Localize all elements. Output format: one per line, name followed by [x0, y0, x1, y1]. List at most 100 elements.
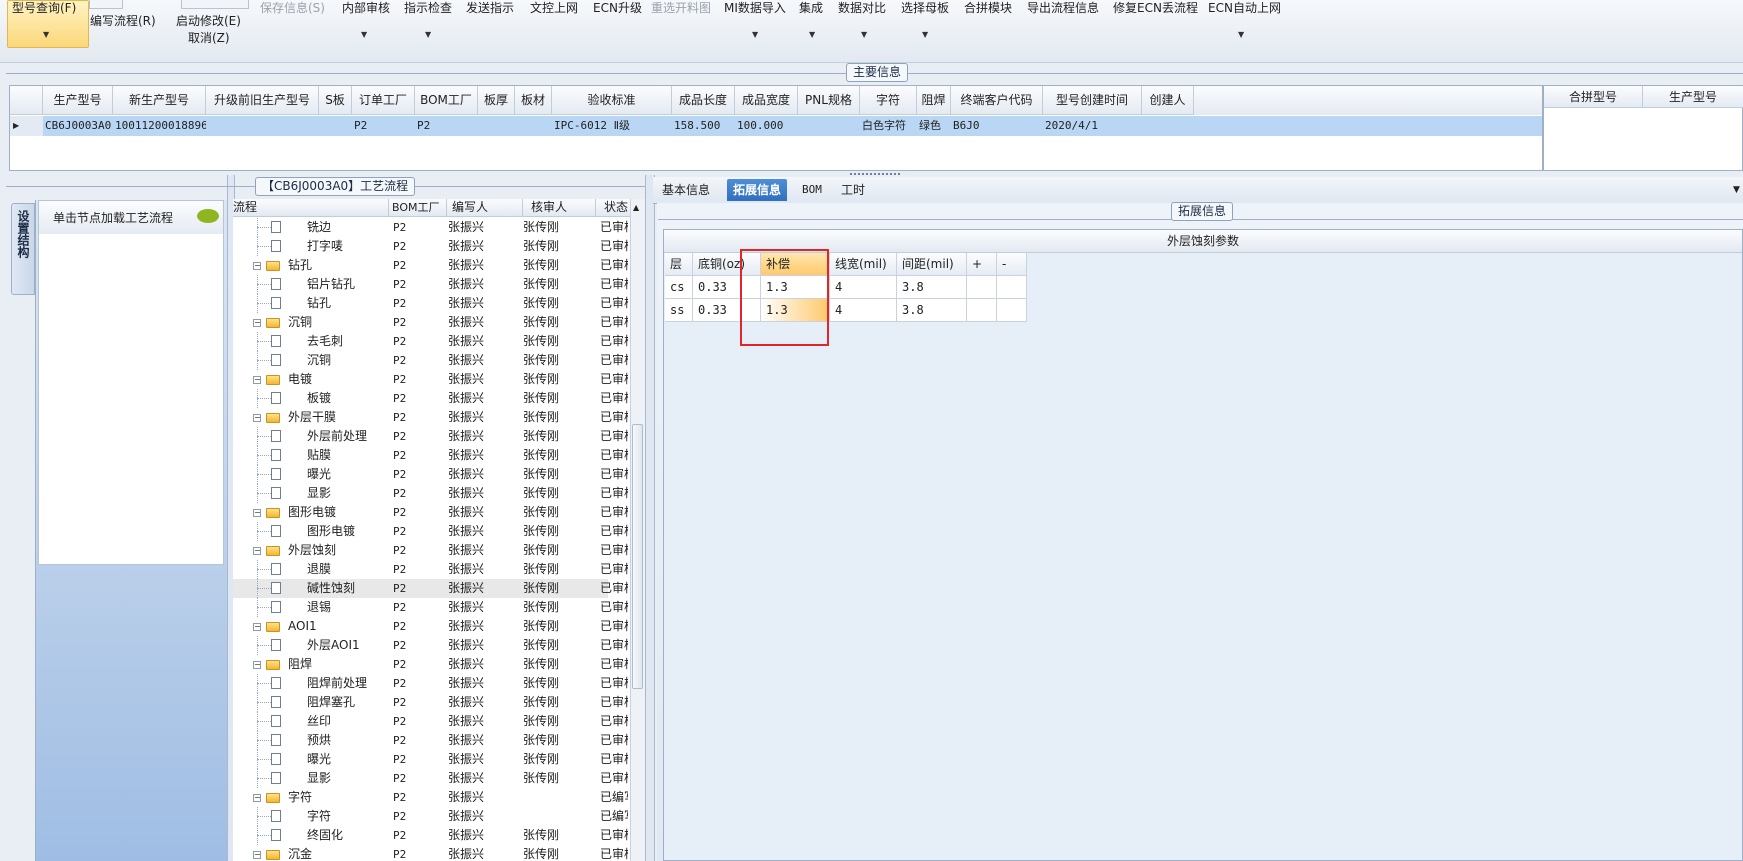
column-header[interactable]: BOM工厂	[415, 86, 478, 115]
tree-row[interactable]: 曝光 P2 张振兴 张传刚 已审核	[233, 750, 628, 769]
table-cell[interactable]: 4	[830, 276, 897, 299]
column-header[interactable]: PNL规格	[798, 86, 860, 115]
tree-row[interactable]: 终固化 P2 张振兴 张传刚 已审核	[233, 826, 628, 845]
tree-row[interactable]: 阻焊前处理 P2 张振兴 张传刚 已审核	[233, 674, 628, 693]
splitter[interactable]	[645, 175, 655, 861]
write-process-button[interactable]: 编写流程(R)	[90, 13, 156, 29]
column-header[interactable]: 字符	[860, 86, 917, 115]
chevron-down-icon[interactable]: ▼	[425, 30, 431, 39]
collapse-toggle-icon[interactable]: −	[253, 376, 261, 384]
tab-bom[interactable]: BOM	[796, 179, 828, 201]
chevron-down-icon[interactable]: ▼	[861, 30, 867, 39]
collapse-toggle-icon[interactable]: −	[253, 547, 261, 555]
reselect-cutting-button[interactable]: 重选开料图	[651, 0, 711, 16]
tree-row[interactable]: 外层AOI1 P2 张振兴 张传刚 已审核	[233, 636, 628, 655]
tree-row[interactable]: 打字唛 P2 张振兴 张传刚 已审核	[233, 237, 628, 256]
table-cell[interactable]	[515, 116, 552, 136]
table-cell[interactable]: IPC-6012 Ⅱ级	[552, 116, 672, 136]
collapse-toggle-icon[interactable]: −	[253, 414, 261, 422]
collapse-toggle-icon[interactable]: −	[253, 319, 261, 327]
table-row[interactable]: ▶ CB6J0003A0 10011200018896 P2 P2 IPC-6012 Ⅱ级…	[10, 116, 1542, 136]
select-master-board-button[interactable]: 选择母板	[901, 0, 949, 16]
column-header[interactable]: BOM工厂	[388, 199, 448, 216]
table-cell[interactable]: 100.000	[735, 116, 798, 136]
tree-row[interactable]: 曝光 P2 张振兴 张传刚 已审核	[233, 465, 628, 484]
column-header[interactable]: 核审人	[522, 199, 596, 216]
table-cell[interactable]	[967, 299, 997, 322]
column-header[interactable]: 终端客户代码	[951, 86, 1043, 115]
column-header[interactable]: 验收标准	[552, 86, 672, 115]
chevron-up-icon[interactable]: ▲	[633, 203, 639, 212]
tree-row[interactable]: − 钻孔 P2 张振兴 张传刚 已审核	[233, 256, 628, 275]
scrollbar-thumb[interactable]	[632, 424, 643, 689]
start-modify-button[interactable]: 启动修改(E)	[176, 13, 241, 29]
save-info-button[interactable]: 保存信息(S)	[260, 0, 325, 16]
tree-row[interactable]: 贴膜 P2 张振兴 张传刚 已审核	[233, 446, 628, 465]
tree-row[interactable]: 显影 P2 张振兴 张传刚 已审核	[233, 484, 628, 503]
column-header[interactable]: S板	[319, 86, 352, 115]
send-instruction-button[interactable]: 发送指示	[466, 0, 514, 16]
table-cell[interactable]: 白色字符	[860, 116, 917, 136]
column-header[interactable]: -	[997, 253, 1027, 276]
tree-row[interactable]: − 外层蚀刻 P2 张振兴 张传刚 已审核	[233, 541, 628, 560]
table-cell[interactable]: cs	[665, 276, 693, 299]
column-header[interactable]: 订单工厂	[352, 86, 415, 115]
column-header[interactable]: 合拼型号	[1544, 86, 1643, 108]
table-cell[interactable]: 2020/4/1	[1043, 116, 1142, 136]
column-header[interactable]: 升级前旧生产型号	[206, 86, 319, 115]
table-cell[interactable]	[478, 116, 515, 136]
column-header[interactable]: 成品宽度	[735, 86, 798, 115]
ecn-upgrade-button[interactable]: ECN升级	[593, 0, 642, 16]
column-header[interactable]: 编写人	[446, 199, 522, 216]
data-compare-button[interactable]: 数据对比	[838, 0, 886, 16]
tree-row[interactable]: 退锡 P2 张振兴 张传刚 已审核	[233, 598, 628, 617]
tree-row[interactable]: − 阻焊 P2 张振兴 张传刚 已审核	[233, 655, 628, 674]
tree-row[interactable]: 铣边 P2 张振兴 张传刚 已审核	[233, 218, 628, 237]
column-header[interactable]: 板材	[515, 86, 552, 115]
chevron-down-icon[interactable]: ▼	[43, 30, 49, 39]
tree-row[interactable]: 外层前处理 P2 张振兴 张传刚 已审核	[233, 427, 628, 446]
vertical-scrollbar[interactable]: ▲	[630, 199, 645, 861]
column-header[interactable]: 生产型号	[1643, 86, 1743, 108]
collapse-toggle-icon[interactable]: −	[253, 623, 261, 631]
tree-row[interactable]: − 沉金 P2 张振兴 张传刚 已审核	[233, 845, 628, 861]
tree-row[interactable]: 显影 P2 张振兴 张传刚 已审核	[233, 769, 628, 788]
column-header[interactable]: +	[967, 253, 997, 276]
column-header[interactable]: 间距(mil)	[897, 253, 967, 276]
chevron-down-icon[interactable]: ▼	[922, 30, 928, 39]
tree-row[interactable]: 丝印 P2 张振兴 张传刚 已审核	[233, 712, 628, 731]
table-cell[interactable]: 3.8	[897, 299, 967, 322]
column-header[interactable]: 型号创建时间	[1043, 86, 1142, 115]
column-header[interactable]: 创建人	[1142, 86, 1194, 115]
tree-row[interactable]: 退膜 P2 张振兴 张传刚 已审核	[233, 560, 628, 579]
table-cell[interactable]: 4	[830, 299, 897, 322]
column-header[interactable]: 阻焊	[917, 86, 951, 115]
table-cell[interactable]	[206, 116, 319, 136]
column-header[interactable]: 成品长度	[672, 86, 735, 115]
tree-row[interactable]: − 外层干膜 P2 张振兴 张传刚 已审核	[233, 408, 628, 427]
table-cell[interactable]: 10011200018896	[113, 116, 206, 136]
model-query-button[interactable]: 型号查询(F)	[12, 0, 76, 16]
table-cell[interactable]	[997, 276, 1027, 299]
column-header[interactable]: 板厚	[478, 86, 515, 115]
ecn-auto-online-button[interactable]: ECN自动上网	[1208, 0, 1281, 16]
tree-row[interactable]: 沉铜 P2 张振兴 张传刚 已审核	[233, 351, 628, 370]
collapse-toggle-icon[interactable]: −	[253, 661, 261, 669]
table-cell[interactable]	[997, 299, 1027, 322]
cancel-button[interactable]: 取消(Z)	[188, 30, 230, 46]
tree-row[interactable]: 板镀 P2 张振兴 张传刚 已审核	[233, 389, 628, 408]
column-header[interactable]: 线宽(mil)	[830, 253, 897, 276]
merge-module-button[interactable]: 合拼模块	[964, 0, 1012, 16]
table-cell[interactable]	[798, 116, 860, 136]
column-header[interactable]: 流程	[233, 199, 257, 216]
tree-row[interactable]: − AOI1 P2 张振兴 张传刚 已审核	[233, 617, 628, 636]
export-process-button[interactable]: 导出流程信息	[1027, 0, 1099, 16]
tree-row[interactable]: 铝片钻孔 P2 张振兴 张传刚 已审核	[233, 275, 628, 294]
collapse-toggle-icon[interactable]: −	[253, 794, 261, 802]
tree-row[interactable]: 图形电镀 P2 张振兴 张传刚 已审核	[233, 522, 628, 541]
table-cell[interactable]: CB6J0003A0	[43, 116, 113, 136]
column-header[interactable]: 生产型号	[43, 86, 113, 115]
tree-row[interactable]: 碱性蚀刻 P2 张振兴 张传刚 已审核	[233, 579, 628, 598]
collapse-toggle-icon[interactable]: −	[253, 262, 261, 270]
vertical-tab[interactable]: 设置结构	[11, 203, 35, 295]
